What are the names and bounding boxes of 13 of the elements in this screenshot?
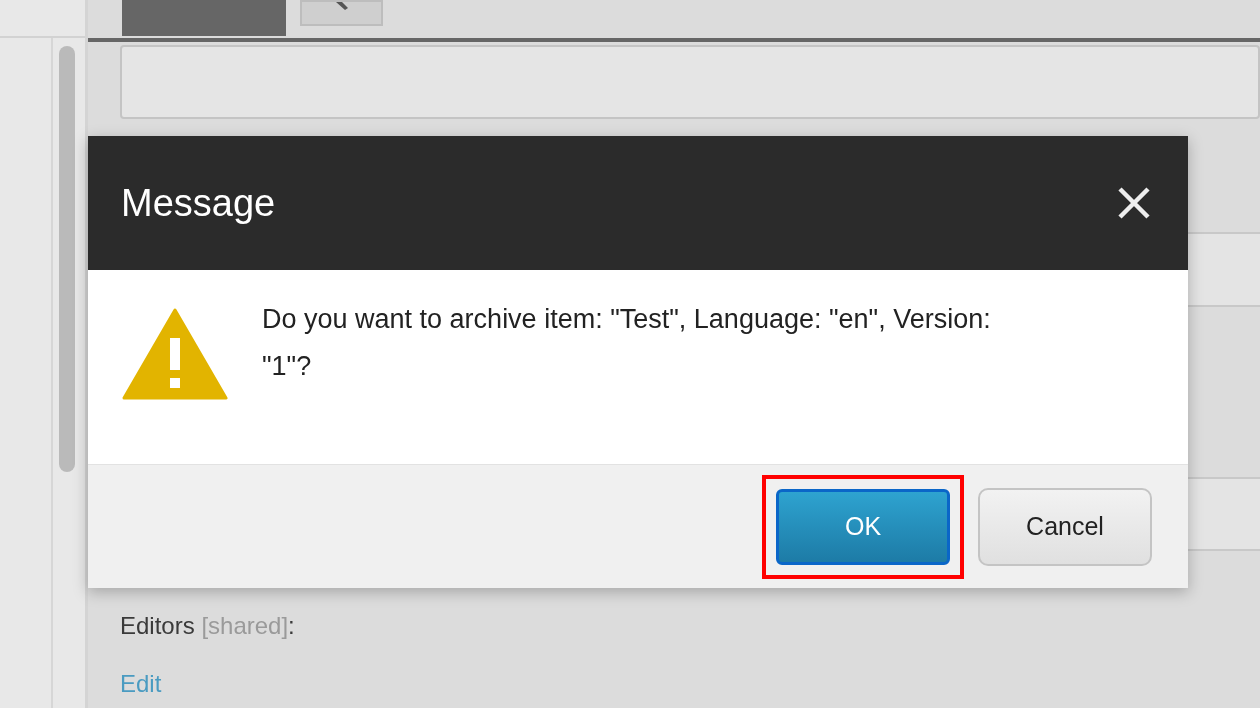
tab[interactable] [300, 0, 383, 26]
tab[interactable] [122, 0, 286, 36]
cancel-button[interactable]: Cancel [978, 487, 1152, 566]
input-field[interactable] [120, 45, 1260, 119]
ok-button[interactable]: OK [776, 488, 950, 565]
field-label: Editors [shared]: [120, 611, 295, 641]
dialog-message: Do you want to archive item: "Test", Language: "en", Version: "1"? [262, 303, 992, 383]
scrollbar[interactable] [59, 46, 75, 472]
close-button[interactable] [1116, 185, 1152, 221]
close-icon [1117, 186, 1151, 220]
dialog-title: Message [121, 180, 276, 226]
edit-link[interactable]: Edit [120, 669, 162, 699]
warning-icon [122, 308, 228, 400]
